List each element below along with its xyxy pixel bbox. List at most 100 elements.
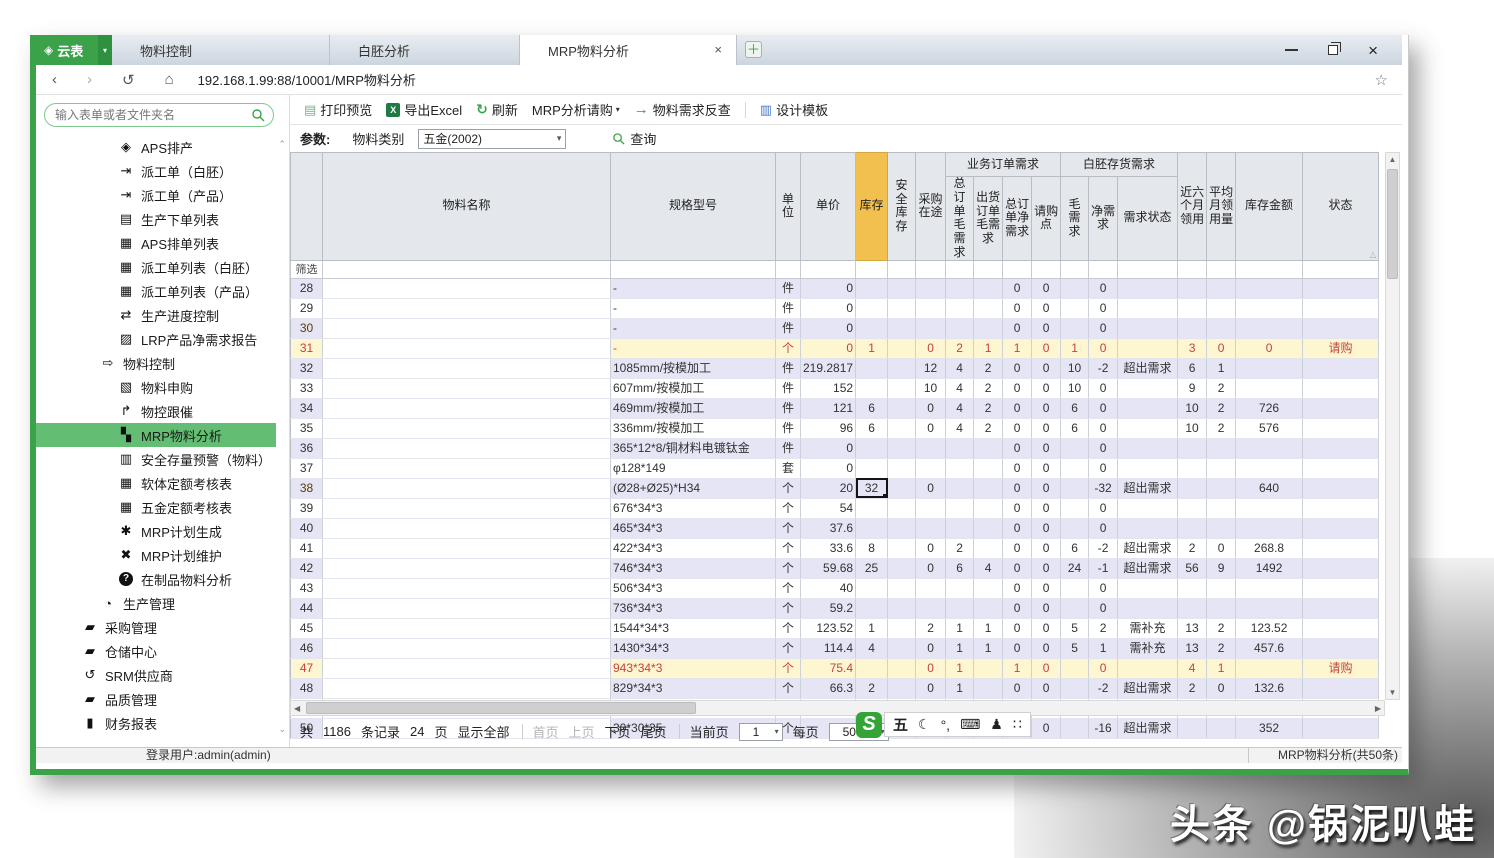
row-number[interactable]: 34 — [291, 398, 323, 418]
cell-order-net[interactable]: 0 — [1003, 398, 1032, 418]
cell-status[interactable] — [1303, 598, 1379, 618]
cell-status[interactable]: 请购 — [1303, 338, 1379, 358]
row-number[interactable]: 33 — [291, 378, 323, 398]
cell-blank-gross[interactable] — [1061, 658, 1089, 678]
table-row[interactable]: 42746*34*3个59.68250640024-1超出需求5691492 — [291, 558, 1379, 578]
cell-name[interactable] — [323, 498, 611, 518]
sidebar-search[interactable] — [44, 103, 274, 127]
col-header-blank-net[interactable]: 净需求 — [1089, 177, 1118, 261]
cell-month-avg[interactable] — [1207, 458, 1236, 478]
cell-unit[interactable]: 件 — [776, 398, 801, 418]
cell-order-net[interactable]: 0 — [1003, 618, 1032, 638]
cell-safety[interactable] — [888, 538, 916, 558]
cell-demand-status[interactable] — [1118, 578, 1178, 598]
cell-demand-status[interactable] — [1118, 658, 1178, 678]
cell-order-net[interactable]: 0 — [1003, 638, 1032, 658]
cell-order-gross[interactable]: 1 — [946, 658, 974, 678]
cell-ship-gross[interactable] — [974, 518, 1003, 538]
cell-blank-gross[interactable] — [1061, 498, 1089, 518]
cell-price[interactable]: 0 — [801, 298, 856, 318]
cell-status[interactable] — [1303, 618, 1379, 638]
cell-order-gross[interactable]: 4 — [946, 418, 974, 438]
cell-amount[interactable] — [1236, 278, 1303, 298]
sidebar-item[interactable]: ▰采购管理 — [36, 615, 276, 639]
sidebar-item[interactable]: ▚MRP物料分析 — [36, 423, 276, 447]
cell-price[interactable]: 152 — [801, 378, 856, 398]
cell-spec[interactable]: (Ø28+Ø25)*H34 — [611, 478, 776, 498]
wubi-mode-icon[interactable]: 五 — [893, 714, 908, 735]
cell-safety[interactable] — [888, 438, 916, 458]
cell-price[interactable]: 59.2 — [801, 598, 856, 618]
sidebar-item[interactable]: ▤生产下单列表 — [36, 207, 276, 231]
sidebar-item[interactable]: ▧物料申购 — [36, 375, 276, 399]
cell-blank-net[interactable]: 0 — [1089, 658, 1118, 678]
cell-six-month[interactable]: 56 — [1178, 558, 1207, 578]
cell-spec[interactable]: 736*34*3 — [611, 598, 776, 618]
cell-price[interactable]: 219.2817 — [801, 358, 856, 378]
cell-spec[interactable]: 676*34*3 — [611, 498, 776, 518]
cell-name[interactable] — [323, 618, 611, 638]
cell-blank-net[interactable]: -2 — [1089, 358, 1118, 378]
cell-demand-status[interactable] — [1118, 318, 1178, 338]
cell-req-point[interactable]: 0 — [1032, 298, 1061, 318]
cell-order-net[interactable]: 0 — [1003, 358, 1032, 378]
cell-month-avg[interactable]: 2 — [1207, 618, 1236, 638]
cell-stock[interactable] — [856, 358, 888, 378]
cell-order-gross[interactable]: 2 — [946, 338, 974, 358]
cell-req-point[interactable]: 0 — [1032, 398, 1061, 418]
cell-blank-gross[interactable]: 24 — [1061, 558, 1089, 578]
cell-order-net[interactable]: 0 — [1003, 598, 1032, 618]
cell-blank-gross[interactable] — [1061, 578, 1089, 598]
cell-six-month[interactable] — [1178, 438, 1207, 458]
cell-six-month[interactable]: 6 — [1178, 358, 1207, 378]
cell-order-net[interactable]: 0 — [1003, 538, 1032, 558]
cell-stock[interactable] — [856, 498, 888, 518]
filter-cell-order-net[interactable] — [1003, 260, 1032, 278]
cell-amount[interactable]: 457.6 — [1236, 638, 1303, 658]
cell-demand-status[interactable] — [1118, 398, 1178, 418]
filter-cell-demand-status[interactable] — [1118, 260, 1178, 278]
favorite-star-icon[interactable]: ☆ — [1375, 71, 1388, 89]
sidebar-item[interactable]: ▦APS排单列表 — [36, 231, 276, 255]
cell-status[interactable] — [1303, 558, 1379, 578]
cell-month-avg[interactable]: 2 — [1207, 378, 1236, 398]
cell-ship-gross[interactable] — [974, 498, 1003, 518]
filter-cell-spec[interactable] — [611, 260, 776, 278]
cell-name[interactable] — [323, 538, 611, 558]
cell-amount[interactable] — [1236, 298, 1303, 318]
sidebar-search-input[interactable] — [53, 107, 251, 123]
cell-unit[interactable]: 个 — [776, 538, 801, 558]
row-number[interactable]: 39 — [291, 498, 323, 518]
cell-status[interactable] — [1303, 458, 1379, 478]
cell-demand-status[interactable]: 需补充 — [1118, 618, 1178, 638]
cell-demand-status[interactable]: 超出需求 — [1118, 358, 1178, 378]
col-header-blank-gross[interactable]: 毛需求 — [1061, 177, 1089, 261]
cell-transit[interactable] — [916, 458, 946, 478]
cell-req-point[interactable]: 0 — [1032, 438, 1061, 458]
cell-spec[interactable]: 1430*34*3 — [611, 638, 776, 658]
sidebar-scroll-up-icon[interactable]: ⌃ — [278, 139, 286, 150]
tab-blank-analysis[interactable]: 白胚分析 — [330, 35, 520, 65]
filter-cell-price[interactable] — [801, 260, 856, 278]
cell-safety[interactable] — [888, 338, 916, 358]
cell-ship-gross[interactable]: 2 — [974, 358, 1003, 378]
cell-name[interactable] — [323, 678, 611, 698]
cell-safety[interactable] — [888, 558, 916, 578]
col-header-demand-status[interactable]: 需求状态 — [1118, 177, 1178, 261]
brand-dropdown-icon[interactable]: ▾ — [98, 35, 112, 65]
cell-status[interactable] — [1303, 278, 1379, 298]
filter-cell-order-gross[interactable] — [946, 260, 974, 278]
sidebar-item[interactable]: ▮财务报表 — [36, 711, 276, 735]
cell-demand-status[interactable] — [1118, 418, 1178, 438]
filter-cell-six-month[interactable] — [1178, 260, 1207, 278]
cell-stock[interactable] — [856, 378, 888, 398]
cell-name[interactable] — [323, 338, 611, 358]
cell-demand-status[interactable] — [1118, 498, 1178, 518]
cell-unit[interactable]: 件 — [776, 278, 801, 298]
cell-price[interactable]: 0 — [801, 438, 856, 458]
group-header-blank[interactable]: 白胚存货需求 — [1061, 153, 1178, 177]
cell-name[interactable] — [323, 378, 611, 398]
cell-unit[interactable]: 个 — [776, 598, 801, 618]
cell-order-net[interactable]: 0 — [1003, 418, 1032, 438]
cell-unit[interactable]: 套 — [776, 458, 801, 478]
